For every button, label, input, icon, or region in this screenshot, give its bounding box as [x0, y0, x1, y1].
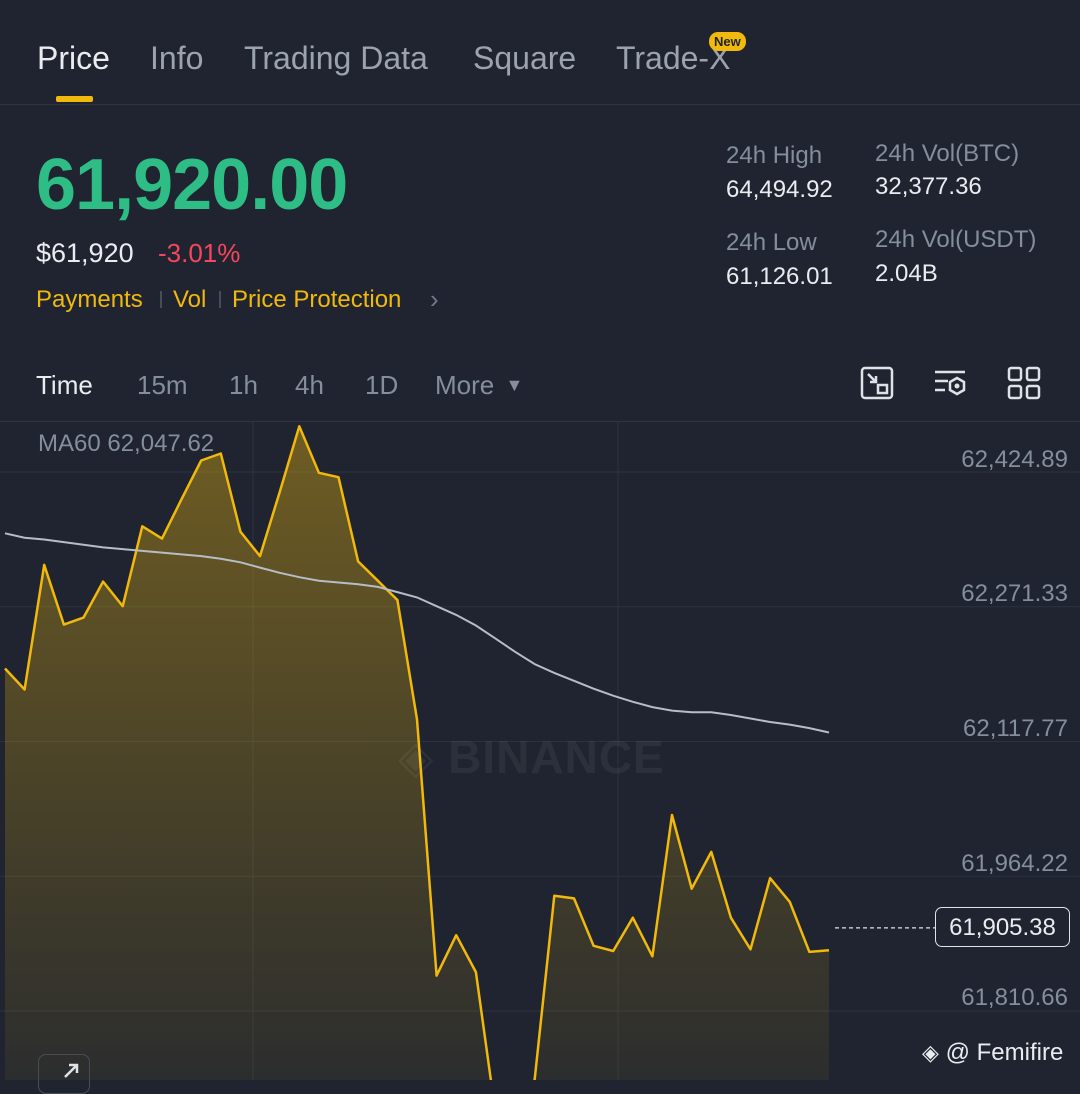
- link-divider: [219, 291, 221, 308]
- vol-usdt-value: 2.04B: [875, 260, 938, 287]
- grid-layout-icon[interactable]: [1006, 365, 1042, 401]
- y-tick-label: 61,964.22: [961, 850, 1068, 877]
- tab-square[interactable]: Square: [473, 40, 576, 77]
- y-tick-label: 62,424.89: [961, 446, 1068, 473]
- chart-settings-icon[interactable]: [932, 365, 968, 401]
- low-value: 61,126.01: [726, 263, 833, 290]
- vol-btc-value: 32,377.36: [875, 173, 982, 200]
- credit-handle: @ Femifire: [945, 1039, 1064, 1066]
- timeframe-1d[interactable]: 1D: [365, 370, 398, 401]
- credit-text: ◈ @ Femifire: [922, 1039, 1063, 1067]
- watermark-text: BINANCE: [448, 731, 665, 783]
- vol-link[interactable]: Vol: [173, 286, 206, 314]
- active-tab-indicator: [56, 96, 93, 102]
- arrow-expand-icon: [64, 1063, 79, 1078]
- timeframe-15m[interactable]: 15m: [137, 370, 188, 401]
- current-price-tag: 61,905.38: [935, 907, 1070, 947]
- binance-logo-icon: ◈: [398, 731, 435, 783]
- timeframe-1h[interactable]: 1h: [229, 370, 258, 401]
- vol-btc-label: 24h Vol(BTC): [875, 140, 1020, 167]
- timeframe-4h[interactable]: 4h: [295, 370, 324, 401]
- y-tick-label: 61,810.66: [961, 984, 1068, 1011]
- tab-trading-data[interactable]: Trading Data: [244, 40, 428, 77]
- tab-info[interactable]: Info: [150, 40, 203, 77]
- tab-price[interactable]: Price: [37, 40, 110, 77]
- chart-compare-icon[interactable]: [859, 365, 895, 401]
- expand-chart-button[interactable]: [38, 1054, 90, 1094]
- more-label: More: [435, 370, 495, 400]
- price-protection-link[interactable]: Price Protection: [232, 286, 401, 314]
- timeframe-more[interactable]: More ▼: [435, 370, 523, 401]
- low-label: 24h Low: [726, 229, 817, 256]
- y-tick-label: 62,117.77: [963, 715, 1068, 742]
- price-change-percent: -3.01%: [158, 238, 241, 268]
- tab-bar: Price Info Trading Data Square Trade-X N…: [0, 0, 1080, 105]
- last-price: 61,920.00: [36, 145, 348, 225]
- new-badge: New: [709, 32, 746, 51]
- y-tick-label: 62,271.33: [961, 580, 1068, 607]
- payments-link[interactable]: Payments: [36, 286, 143, 314]
- vol-usdt-label: 24h Vol(USDT): [875, 226, 1037, 253]
- binance-logo-icon: ◈: [922, 1040, 939, 1065]
- high-label: 24h High: [726, 142, 823, 169]
- ma-indicator-label: MA60 62,047.62: [38, 430, 215, 457]
- link-divider: [160, 291, 162, 308]
- binance-watermark: ◈ BINANCE: [398, 730, 665, 784]
- caret-down-icon: ▼: [505, 375, 524, 395]
- high-value: 64,494.92: [726, 176, 833, 203]
- usd-price: $61,920: [36, 238, 134, 268]
- chevron-right-icon[interactable]: ›: [430, 284, 439, 315]
- timeframe-time[interactable]: Time: [36, 370, 93, 401]
